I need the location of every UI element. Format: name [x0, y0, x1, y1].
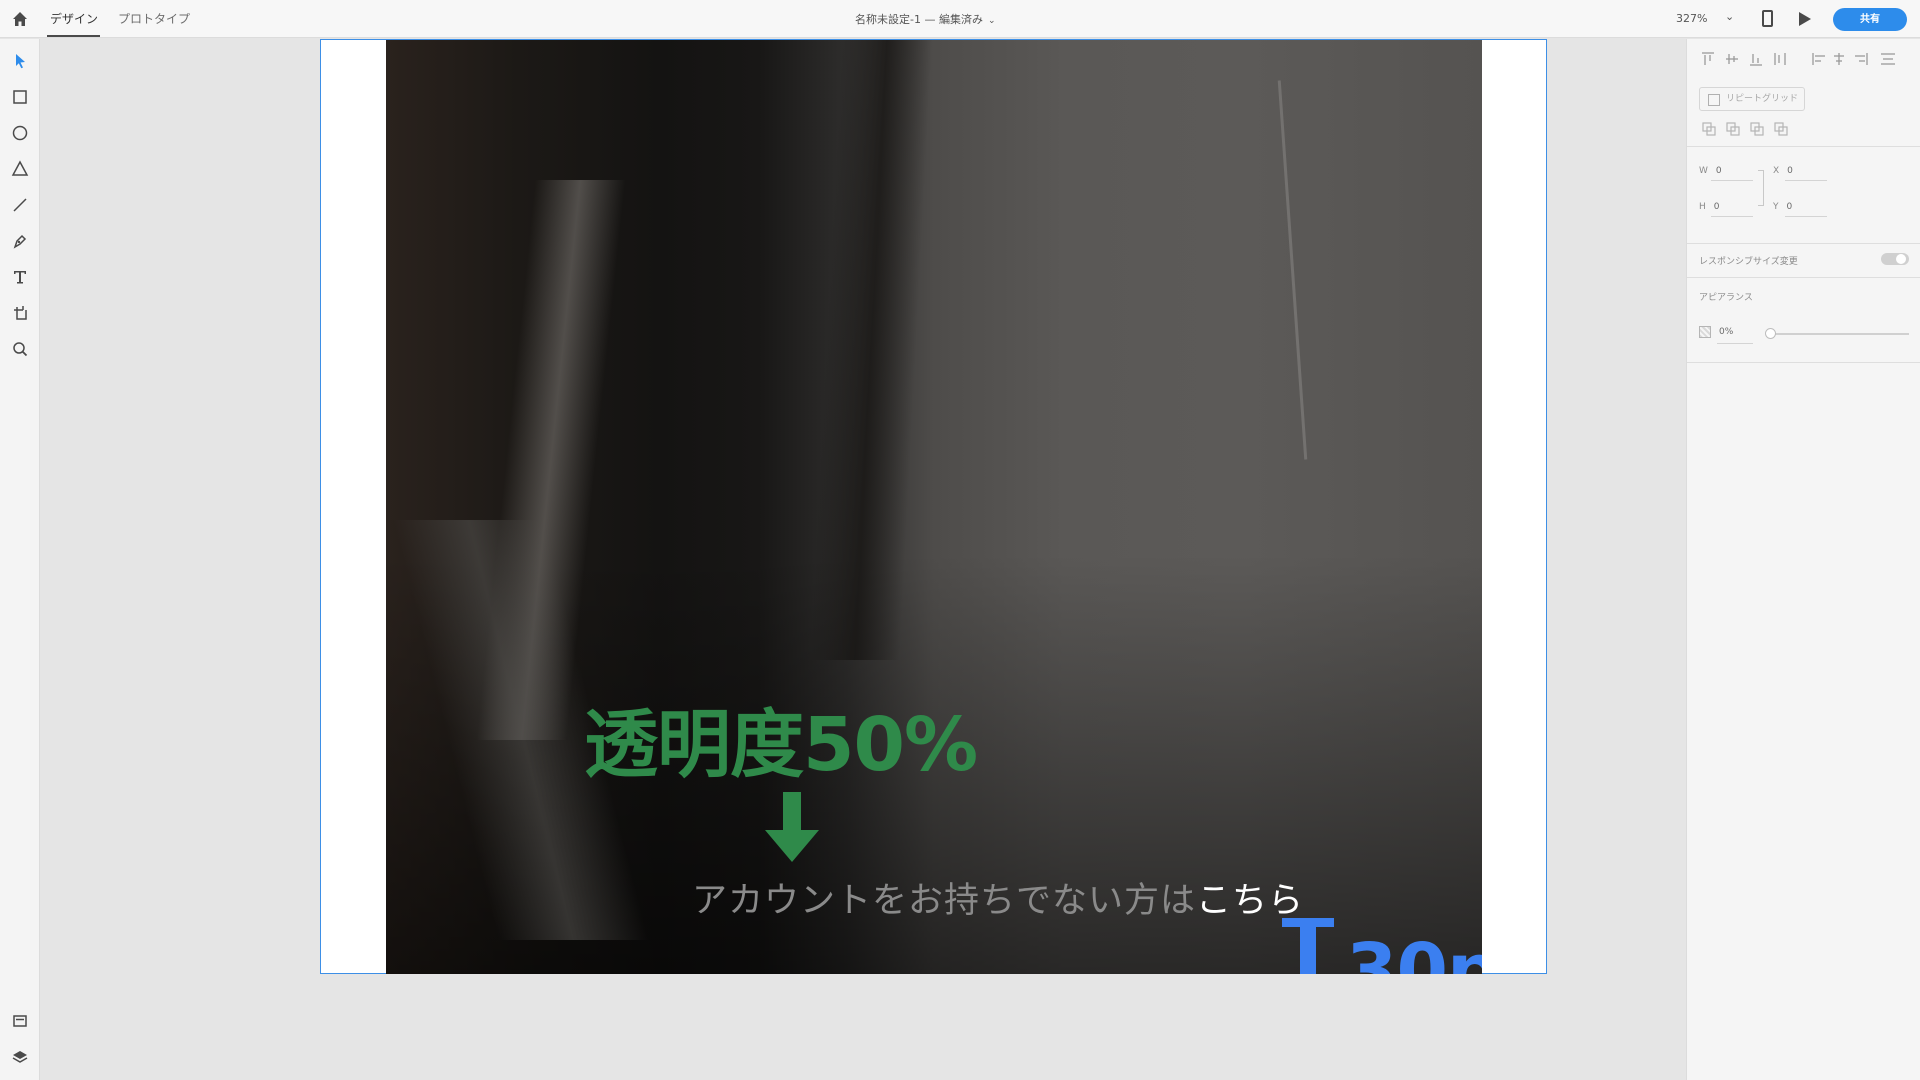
home-icon[interactable]: [10, 9, 30, 29]
repeat-grid-label: リピートグリッド: [1726, 94, 1799, 104]
background-photo[interactable]: 透明度50% アカウントをお持ちでない方はこちら 30px: [386, 40, 1482, 974]
signup-link-text[interactable]: アカウントをお持ちでない方はこちら: [692, 872, 1304, 923]
spacing-bracket-icon: [1282, 918, 1334, 974]
line-icon[interactable]: [10, 195, 30, 215]
responsive-resize-label: レスポンシブサイズ変更: [1699, 257, 1798, 267]
opacity-annotation: 透明度50%: [584, 702, 978, 788]
photo-detail: [1277, 80, 1308, 460]
text-icon[interactable]: [10, 267, 30, 287]
field-underline: [1711, 216, 1753, 217]
grid-icon: [1708, 94, 1720, 106]
rectangle-icon[interactable]: [10, 87, 30, 107]
opacity-slider[interactable]: [1767, 333, 1909, 335]
signup-text-prefix: アカウントをお持ちでない方は: [692, 881, 1197, 921]
ellipse-icon[interactable]: [10, 123, 30, 143]
zoom-icon[interactable]: [10, 339, 30, 359]
play-icon[interactable]: [1799, 12, 1811, 26]
boolean-icons[interactable]: [1701, 121, 1791, 137]
active-tab-indicator: [47, 35, 100, 37]
height-label: H: [1699, 202, 1706, 212]
field-underline: [1785, 180, 1827, 181]
polygon-icon[interactable]: [10, 159, 30, 179]
tab-prototype[interactable]: プロトタイプ: [118, 10, 190, 27]
divider: [1687, 362, 1920, 363]
divider: [1687, 243, 1920, 244]
signup-link[interactable]: こちら: [1196, 881, 1304, 921]
field-underline: [1717, 343, 1753, 344]
spacing-annotation: 30px: [1346, 928, 1482, 974]
photo-detail: [809, 40, 933, 660]
artboard-icon[interactable]: [10, 303, 30, 323]
chevron-down-icon: ⌄: [987, 16, 996, 26]
y-label: Y: [1773, 202, 1779, 212]
y-value[interactable]: 0: [1787, 202, 1793, 212]
responsive-resize-toggle[interactable]: [1881, 253, 1909, 265]
document-title[interactable]: 名称未設定-1 — 編集済み ⌄: [855, 11, 996, 27]
field-underline: [1785, 216, 1827, 217]
opacity-slider-thumb[interactable]: [1765, 328, 1776, 339]
align-toolbar[interactable]: [1701, 49, 1909, 69]
divider: [1687, 277, 1920, 278]
repeat-grid-button[interactable]: リピートグリッド: [1699, 87, 1805, 111]
assets-icon[interactable]: [10, 1011, 30, 1031]
appearance-label: アピアランス: [1699, 293, 1753, 303]
opacity-value[interactable]: 0%: [1719, 327, 1733, 337]
arrow-down-icon: [765, 792, 819, 862]
field-underline: [1711, 180, 1753, 181]
layers-icon[interactable]: [10, 1047, 30, 1067]
opacity-icon: [1699, 326, 1711, 338]
x-field[interactable]: X0: [1773, 166, 1827, 181]
boolean-operations[interactable]: [1701, 121, 1791, 141]
height-value[interactable]: 0: [1714, 202, 1720, 212]
x-label: X: [1773, 166, 1780, 176]
property-inspector: リピートグリッド W0 X0 H0 Y0 レスポンシブサイズ変更 アピアランス …: [1686, 39, 1920, 1080]
width-value[interactable]: 0: [1716, 166, 1722, 176]
y-field[interactable]: Y0: [1773, 202, 1827, 217]
zoom-level[interactable]: 327%: [1676, 12, 1707, 25]
x-value[interactable]: 0: [1787, 166, 1793, 176]
mobile-preview-icon[interactable]: [1762, 10, 1773, 27]
left-toolbar: [0, 39, 40, 1080]
select-icon[interactable]: [10, 51, 30, 71]
pen-icon[interactable]: [10, 231, 30, 251]
zoom-chevron-down-icon[interactable]: ⌄: [1725, 10, 1734, 23]
width-label: W: [1699, 166, 1708, 176]
artboard[interactable]: 透明度50% アカウントをお持ちでない方はこちら 30px: [320, 39, 1547, 974]
top-bar: デザイン プロトタイプ 名称未設定-1 — 編集済み ⌄ 327% ⌄ 共有: [0, 0, 1920, 38]
divider: [1687, 146, 1920, 147]
document-title-text: 名称未設定-1 — 編集済み: [855, 13, 983, 26]
tab-design[interactable]: デザイン: [50, 10, 98, 27]
align-icons[interactable]: [1701, 49, 1909, 69]
share-button[interactable]: 共有: [1833, 8, 1907, 31]
lock-aspect-icon[interactable]: [1758, 170, 1764, 206]
width-field[interactable]: W0: [1699, 166, 1753, 181]
height-field[interactable]: H0: [1699, 202, 1753, 217]
